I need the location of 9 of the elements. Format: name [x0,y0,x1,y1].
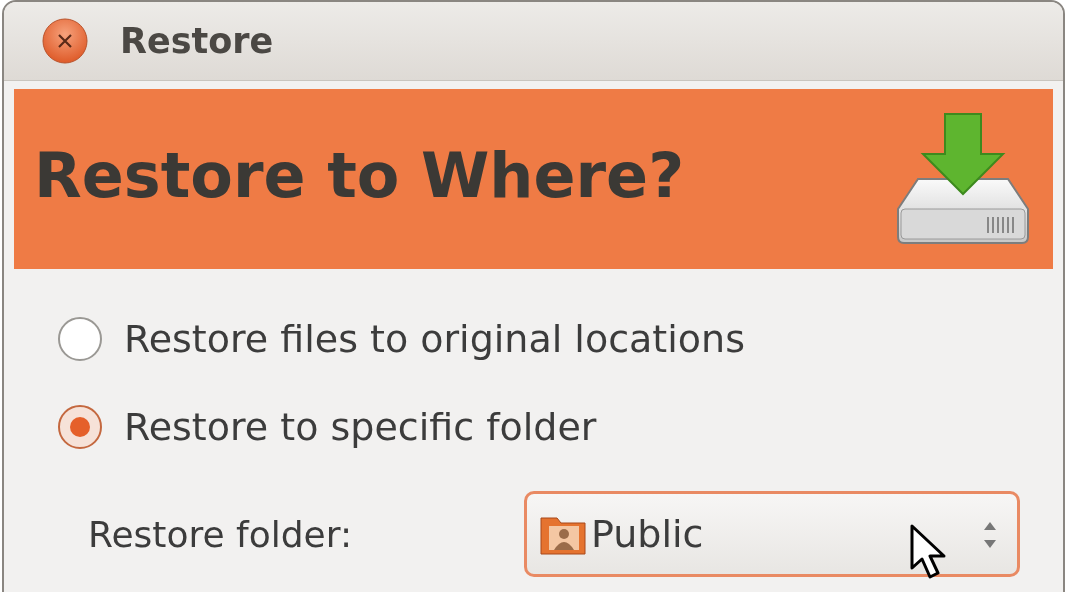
radio-button[interactable] [56,403,104,451]
window-title: Restore [120,21,274,61]
close-icon[interactable] [42,18,88,64]
folder-dropdown[interactable]: Public [524,491,1020,577]
field-label: Restore folder: [88,513,354,555]
option-label[interactable]: Restore to specific folder [124,405,597,449]
radio-button[interactable] [56,315,104,363]
banner-title: Restore to Where? [34,138,685,214]
option-label[interactable]: Restore files to original locations [124,317,745,361]
